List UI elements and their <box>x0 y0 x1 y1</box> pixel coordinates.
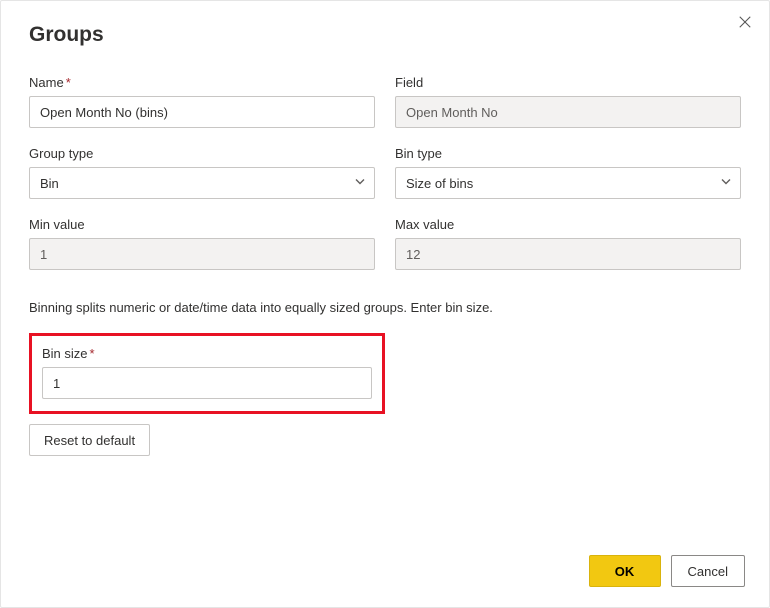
field-value: Open Month No <box>395 96 741 128</box>
group-type-field-group: Group type Bin <box>29 146 375 199</box>
group-type-label: Group type <box>29 146 375 161</box>
field-label: Field <box>395 75 741 90</box>
min-value-field-group: Min value 1 <box>29 217 375 270</box>
chevron-down-icon <box>354 176 366 191</box>
bin-size-highlight: Bin size* <box>29 333 385 414</box>
chevron-down-icon <box>720 176 732 191</box>
form-grid: Name* Field Open Month No Group type Bin… <box>29 75 741 270</box>
helper-text: Binning splits numeric or date/time data… <box>29 300 741 315</box>
max-value-label: Max value <box>395 217 741 232</box>
bin-size-label-text: Bin size <box>42 346 88 361</box>
min-value-label: Min value <box>29 217 375 232</box>
group-type-select[interactable]: Bin <box>29 167 375 199</box>
bin-type-label: Bin type <box>395 146 741 161</box>
cancel-button[interactable]: Cancel <box>671 555 745 587</box>
bin-type-value: Size of bins <box>406 176 473 191</box>
bin-size-label: Bin size* <box>42 346 372 361</box>
ok-button[interactable]: OK <box>589 555 661 587</box>
name-field-group: Name* <box>29 75 375 128</box>
bin-size-input[interactable] <box>42 367 372 399</box>
name-label: Name* <box>29 75 375 90</box>
bin-size-field-group: Bin size* <box>42 346 372 399</box>
min-value: 1 <box>29 238 375 270</box>
max-value-field-group: Max value 12 <box>395 217 741 270</box>
groups-dialog: Groups Name* Field Open Month No Group t… <box>0 0 770 608</box>
dialog-title: Groups <box>29 23 741 47</box>
max-value: 12 <box>395 238 741 270</box>
close-icon <box>738 15 752 32</box>
bin-type-field-group: Bin type Size of bins <box>395 146 741 199</box>
name-input[interactable] <box>29 96 375 128</box>
close-button[interactable] <box>733 11 757 35</box>
group-type-value: Bin <box>40 176 59 191</box>
required-asterisk: * <box>90 346 95 361</box>
required-asterisk: * <box>66 75 71 90</box>
name-label-text: Name <box>29 75 64 90</box>
dialog-footer: OK Cancel <box>589 555 745 587</box>
field-field-group: Field Open Month No <box>395 75 741 128</box>
reset-to-default-button[interactable]: Reset to default <box>29 424 150 456</box>
bin-type-select[interactable]: Size of bins <box>395 167 741 199</box>
